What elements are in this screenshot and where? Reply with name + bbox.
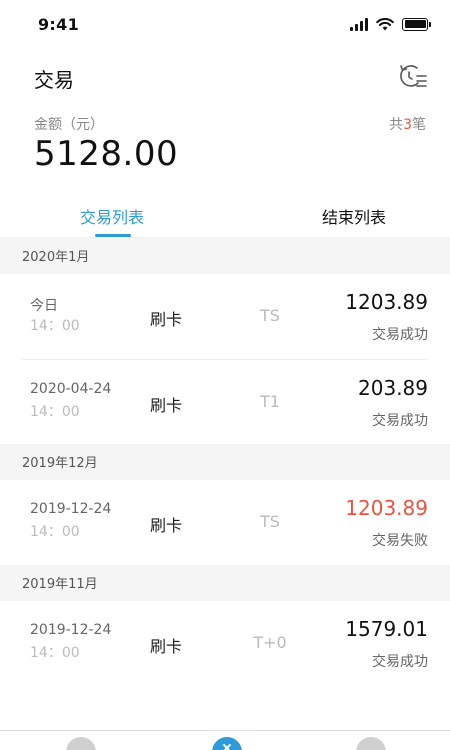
transaction-amount: 203.89 <box>358 376 428 400</box>
status-time: 9:41 <box>38 14 79 34</box>
transaction-type: 刷卡 <box>150 310 183 329</box>
settlement-channel: T1 <box>260 392 280 411</box>
amount-label: 金额（元） <box>34 117 104 133</box>
transaction-amount: 1203.89 <box>345 496 428 520</box>
bottom-nav-bar <box>0 730 450 750</box>
status-bar: 9:41 <box>0 0 450 48</box>
tab-closed-list[interactable]: 结束列表 <box>322 204 386 228</box>
settlement-channel: T+0 <box>253 633 287 652</box>
transaction-time: 14：00 <box>30 524 80 540</box>
month-header: 2019年12月 <box>0 444 450 480</box>
page-title: 交易 <box>34 68 74 92</box>
active-tab-indicator <box>95 234 131 237</box>
header: 交易 <box>0 58 450 98</box>
settlement-channel: TS <box>260 306 280 325</box>
transaction-date: 2020-04-24 <box>30 381 112 397</box>
transaction-status: 交易成功 <box>372 327 428 343</box>
transaction-count: 共3笔 <box>389 117 426 133</box>
wifi-icon <box>376 17 394 30</box>
transaction-status: 交易失败 <box>372 533 428 549</box>
transaction-date: 2019-12-24 <box>30 501 112 517</box>
transaction-row[interactable]: 2020-04-24 14：00 刷卡 T1 203.89 交易成功 <box>22 359 428 444</box>
transaction-row[interactable]: 2019-12-24 14：00 刷卡 T+0 1579.01 交易成功 <box>22 601 428 686</box>
transaction-list[interactable]: 2020年1月 今日 14：00 刷卡 TS 1203.89 交易成功 2020… <box>0 238 450 686</box>
transaction-row[interactable]: 2019-12-24 14：00 刷卡 TS 1203.89 交易失败 <box>22 480 428 565</box>
month-header: 2019年11月 <box>0 565 450 601</box>
transaction-time: 14：00 <box>30 404 80 420</box>
status-icons <box>350 17 431 31</box>
transaction-date: 2019-12-24 <box>30 622 112 638</box>
transaction-type: 刷卡 <box>150 516 183 535</box>
cellular-signal-icon <box>350 17 368 31</box>
tab-bar: 交易列表 结束列表 <box>0 190 450 238</box>
nav-transaction-icon[interactable] <box>212 737 242 750</box>
transaction-row[interactable]: 今日 14：00 刷卡 TS 1203.89 交易成功 <box>22 274 428 359</box>
transaction-amount: 1203.89 <box>345 290 428 314</box>
transaction-time: 14：00 <box>30 645 80 661</box>
history-list-icon <box>400 65 427 87</box>
settlement-channel: TS <box>260 512 280 531</box>
transaction-date: 今日 <box>30 298 58 314</box>
transaction-status: 交易成功 <box>372 654 428 670</box>
history-button[interactable] <box>396 60 430 94</box>
nav-home-icon[interactable] <box>66 737 96 750</box>
nav-profile-icon[interactable] <box>356 737 386 750</box>
total-amount: 5128.00 <box>34 134 179 174</box>
transaction-amount: 1579.01 <box>345 617 428 641</box>
tab-transaction-list[interactable]: 交易列表 <box>80 204 144 228</box>
battery-icon <box>402 17 431 31</box>
transaction-status: 交易成功 <box>372 413 428 429</box>
transaction-type: 刷卡 <box>150 396 183 415</box>
transaction-time: 14：00 <box>30 318 80 334</box>
month-header: 2020年1月 <box>0 238 450 274</box>
transaction-type: 刷卡 <box>150 637 183 656</box>
